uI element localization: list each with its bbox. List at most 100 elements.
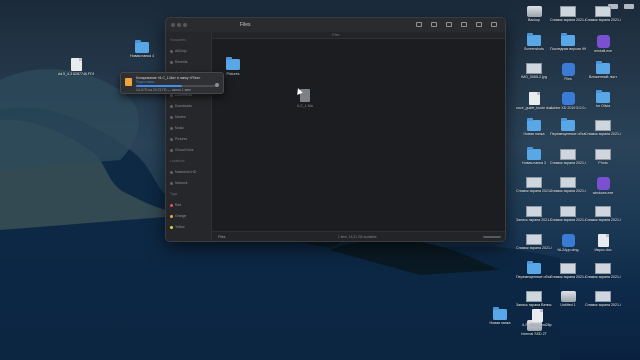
desktop-item[interactable]: Снимок экрана 2021-04-...20.png [585,6,621,22]
desktop-item[interactable]: windows.exe [585,177,621,195]
desktop-item[interactable]: Снимок экрана 2021-04-...28.png [550,262,586,279]
image-file-icon [560,177,576,188]
desktop-item[interactable]: Files [550,63,586,81]
title-bar[interactable]: Files [166,18,505,32]
sidebar-section-header: Locations [170,159,185,163]
status-text: 1 item, 18,31 GB available [338,235,377,239]
minimize-button[interactable] [177,23,181,27]
sidebar-label: Music [175,126,184,130]
desktop-icon-label: Снимок экрана 2021-04-...20.png [585,18,621,22]
desktop-item[interactable]: Иврос.doc [585,234,621,252]
desktop-icon-label: Снимок экрана 2021-04-...32.png [516,246,552,250]
zoom-button[interactable] [183,23,187,27]
action-icon[interactable] [476,22,482,27]
sidebar-item[interactable]: iCloud Drive [170,148,193,152]
tab-title[interactable]: Files [332,33,339,37]
finder-window[interactable]: Files FavouritesAirDropRecentsApplicatio… [165,17,506,242]
sidebar-item[interactable]: Network [170,181,187,185]
sidebar-label: Macintosh HD [175,170,197,174]
copy-progress-fill [136,85,183,87]
sidebar-item[interactable]: Music [170,126,184,130]
desktop-item[interactable]: save_guide_tcode docs2.0.1.pdf [516,91,552,110]
copy-progress-popover: Копирование «ILC_1.Ma» в папку «Files» П… [120,72,224,94]
sidebar-icon [170,170,173,174]
view-icon[interactable] [416,22,422,27]
desktop-item[interactable]: IMG_0065-2.jpg [516,63,552,79]
toolbar-icons [416,22,497,27]
group-icon[interactable] [431,22,437,27]
close-button[interactable] [171,23,175,27]
folder-icon [493,307,507,320]
stop-copy-button[interactable] [215,83,219,87]
desktop-item[interactable]: Новая папка 3 [516,146,552,165]
desktop-item[interactable]: Запись экрана 2021-04-...15.mov [516,205,552,222]
desktop-item[interactable]: Adobe XD 2019 5.0.0.app [550,91,586,110]
desktop-item[interactable]: Снимок экрана 2021-04-...20.png [585,291,621,307]
desktop-icon-label: Снимок экрана 2021-04-...28.png [550,274,586,279]
desktop-item[interactable]: NL2App.dmg [550,234,586,252]
finder-item-file[interactable]: ILC_1.Ma [288,89,322,108]
desktop-item[interactable]: Снимок экрана 2021-04-...32.png [585,262,621,279]
image-file-icon [560,148,576,160]
desktop-item[interactable]: Последняя версия 9959.app [550,32,586,51]
desktop-icon-label: IMG_0065-2.jpg [521,75,547,79]
sidebar-item[interactable]: Movies [170,115,186,119]
menu-extra-icon[interactable] [624,4,634,9]
copy-subtitle: Подготовка... [136,80,157,84]
sidebar-item[interactable]: Orange [170,214,186,218]
finder-content[interactable]: Pictures ILC_1.Ma [212,39,505,233]
desktop-item[interactable]: Новая папка [516,118,552,136]
sidebar-item[interactable]: Red [170,203,181,207]
folder-icon [527,32,541,46]
desktop-item[interactable]: Снимок экрана 2021-04-...26.png [550,177,586,193]
desktop-folder-new-4[interactable]: Новая папка 4 [124,40,160,58]
tag-icon[interactable] [461,22,467,27]
desktop-item[interactable]: Перемещенные объекты [550,118,586,136]
sidebar-icon [170,137,173,141]
sidebar-item[interactable]: AirDrop [170,49,187,53]
share-icon[interactable] [446,22,452,27]
desktop-item[interactable]: Снимок экрана 2021-04-...24.png [550,148,586,165]
file-copy-icon [125,78,132,86]
tab-bar: Files [212,32,505,39]
app-icon [596,177,610,190]
sidebar-label: Favourites [170,38,186,42]
desktop-item[interactable]: Снимок экрана 2021-04-...20.png [550,6,586,22]
desktop-item[interactable]: Перемещенные объекты [516,260,552,279]
desktop-icon-label: dd.5_4.3 6287746.PDF [58,72,94,76]
desktop-item[interactable]: Снимок экрана 2021-04-...25.png [516,177,552,193]
desktop-pdf-file[interactable]: dd.5_4.3 6287746.PDF [58,58,94,76]
desktop-item[interactable]: Снимок экрана 2021-04-...27.png [585,205,621,222]
search-icon[interactable] [491,22,497,27]
sidebar-item[interactable]: Yellow [170,225,185,229]
image-file-icon [526,63,542,74]
sidebar-item[interactable]: Macintosh HD [170,170,196,174]
desktop-item[interactable]: Backup [516,6,552,22]
desktop-item[interactable]: Снимок экрана 2021-04-...32.png [516,234,552,250]
desktop-item[interactable]: Photo [585,148,621,165]
path-bar[interactable]: Files [218,235,225,239]
desktop-item[interactable]: miniutil.exe [585,34,621,53]
desktop-item[interactable]: Screenshots [516,32,552,51]
desktop-item[interactable]: Снимок экрана 2021-04-...29.png [585,120,621,136]
desktop-item[interactable]: ILS_0002.bmd26p [519,309,555,327]
sidebar-item[interactable]: Recents [170,60,187,64]
desktop-item[interactable]: for Olivia [585,89,621,108]
desktop-icon-label: Новая папка 3 [522,160,546,165]
desktop-icon-label: Снимок экрана 2021-04-...27.png [585,217,621,222]
desktop-item[interactable]: Вложенный лист [585,61,621,79]
desktop-icon-label: Новая папка [489,321,511,325]
desktop-icon-label: Backup [528,18,540,22]
desktop-item[interactable]: Новая папка [482,307,518,325]
desktop-item[interactable]: Запись экрана Венис...Должен [516,291,552,307]
desktop-item[interactable]: Untitled 1 [550,291,586,307]
sidebar-label: iCloud Drive [175,148,194,152]
sidebar-item[interactable]: Pictures [170,137,187,141]
sidebar-icon [170,93,173,97]
sidebar-item[interactable]: Downloads [170,104,192,108]
icon-size-slider[interactable] [483,236,501,238]
image-file-icon [595,262,611,274]
folder-icon [527,118,541,131]
desktop-item[interactable]: Снимок экрана 2021-04-...26.png [550,205,586,222]
desktop-icon-label: Untitled 1 [560,303,576,307]
